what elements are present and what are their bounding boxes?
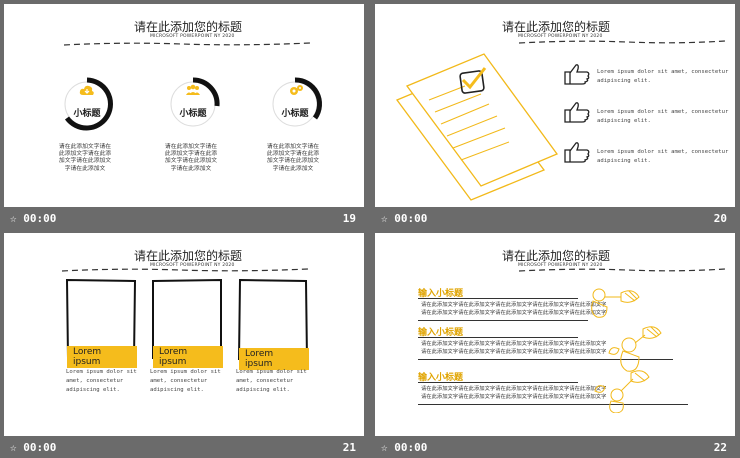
item-description: Lorem ipsum dolor sit amet, consectetur a… <box>597 109 729 124</box>
item-description: 请在此添加文字请在此添加文字请在此添加文字请在此添加文字请在此添加文字 请在此添加… <box>421 341 607 355</box>
slide-transition-icon: ☆ <box>10 212 17 225</box>
slide-status-bar: ☆ 00:00 19 <box>4 209 364 229</box>
slide-status-bar: ☆ 00:00 20 <box>375 209 735 229</box>
slide-number: 19 <box>342 212 356 225</box>
item-description: Lorem ipsum dolor sit amet, consectetur ad… <box>66 369 137 393</box>
item-description: Lorem ipsum dolor sit amet, consectetur a… <box>597 69 729 84</box>
item-title: 小标题 <box>73 109 101 119</box>
item-description: Lorem ipsum dolor sit amet, consectetur a… <box>597 149 729 164</box>
dashed-divider <box>61 268 309 272</box>
slide-thumbnail-19[interactable]: 请在此添加您的标题 MICROSOFT POWERPOINT NY 2020 小… <box>4 4 364 207</box>
item-description: Lorem ipsum dolor sit amet, consectetur ad… <box>150 369 221 393</box>
slide-title: 请在此添加您的标题 <box>134 20 243 34</box>
slide-timing: ☆ 00:00 <box>381 212 428 225</box>
thumbs-up-icon <box>564 64 590 85</box>
slide-timing: ☆ 00:00 <box>381 441 428 454</box>
slide-timing: ☆ 00:00 <box>10 441 57 454</box>
slide-number: 20 <box>713 212 727 225</box>
slide-title: 请在此添加您的标题 <box>502 20 611 34</box>
slide-status-bar: ☆ 00:00 22 <box>375 438 735 458</box>
slide-transition-icon: ☆ <box>381 441 388 454</box>
item-title: 小标题 <box>281 109 309 119</box>
slide-thumbnail-22[interactable]: 请在此添加您的标题 MICROSOFT POWERPOINT NY 2020 输… <box>375 233 735 436</box>
bird-doodle-illustration <box>591 288 662 413</box>
slide-number: 21 <box>342 441 356 454</box>
people-icon <box>186 84 200 95</box>
gears-icon <box>290 85 303 95</box>
slide-transition-icon: ☆ <box>381 212 388 225</box>
underline <box>418 298 578 299</box>
underline <box>418 382 578 383</box>
item-description: 请在此添加文字请在 此添加文字请在此添 加文字请在此添加文 字请在此添加文 <box>164 144 218 172</box>
caption-tag: Lorem ipsum <box>67 346 137 368</box>
slide-status-bar: ☆ 00:00 21 <box>4 438 364 458</box>
item-title: 小标题 <box>179 109 207 119</box>
slide-number: 22 <box>713 441 727 454</box>
caption-tag: Lorem ipsum <box>153 346 223 368</box>
slide-title: 请在此添加您的标题 <box>502 249 611 263</box>
cloud-download-icon <box>79 85 94 95</box>
slide-timing: ☆ 00:00 <box>10 212 57 225</box>
dashed-divider <box>518 268 726 272</box>
slide-thumbnail-20[interactable]: 请在此添加您的标题 MICROSOFT POWERPOINT NY 2020 L… <box>375 4 735 207</box>
item-description: 请在此添加文字请在 此添加文字请在此添 加文字请在此添加文 字请在此添加文 <box>266 144 320 172</box>
slide-transition-icon: ☆ <box>10 441 17 454</box>
thumbs-up-icon <box>564 142 590 163</box>
thumbs-up-icon <box>564 102 590 123</box>
slide-thumbnail-21[interactable]: 请在此添加您的标题 MICROSOFT POWERPOINT NY 2020 L… <box>4 233 364 436</box>
item-description: 请在此添加文字请在此添加文字请在此添加文字请在此添加文字请在此添加文字 请在此添加… <box>421 302 607 316</box>
dashed-divider <box>63 42 311 46</box>
item-description: 请在此添加文字请在此添加文字请在此添加文字请在此添加文字请在此添加文字 请在此添加… <box>421 386 607 400</box>
documents-illustration <box>395 53 559 201</box>
item-description: 请在此添加文字请在 此添加文字请在此添 加文字请在此添加文 字请在此添加文 <box>58 144 112 172</box>
item-description: Lorem ipsum dolor sit amet, consectetur ad… <box>236 369 307 393</box>
underline <box>418 320 588 321</box>
caption-tag: Lorem ipsum <box>239 348 309 370</box>
slide-title: 请在此添加您的标题 <box>134 249 243 263</box>
underline <box>418 337 578 338</box>
